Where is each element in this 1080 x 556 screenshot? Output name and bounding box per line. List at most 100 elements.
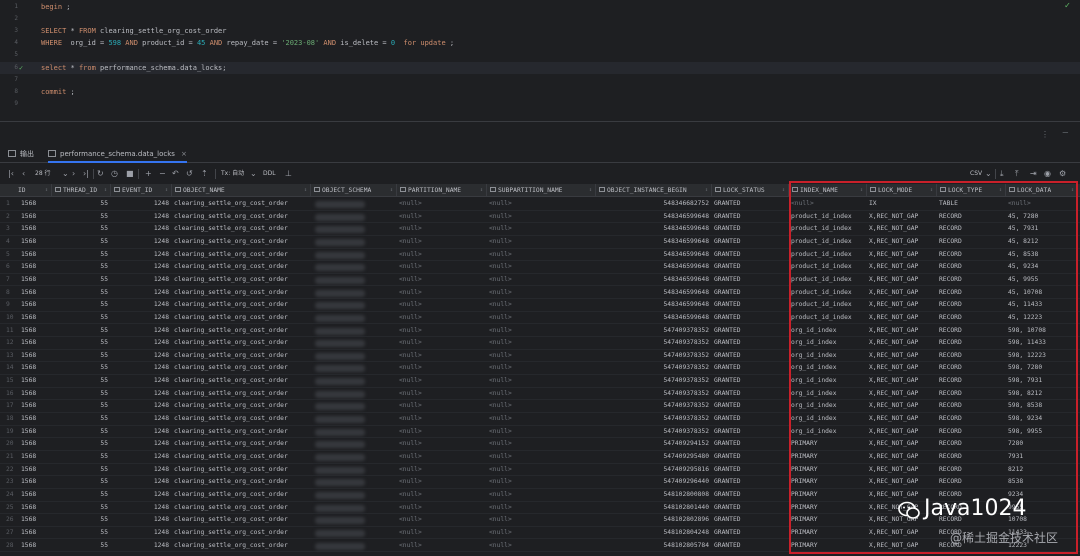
table-row[interactable]: 27 1568 55 1248 clearing_settle_org_cost_ord…	[0, 527, 1080, 540]
table-row[interactable]: 11 1568 55 1248 clearing_settle_org_cost_ord…	[0, 325, 1080, 338]
table-cell[interactable]: 45, 11433	[1008, 299, 1075, 312]
table-row[interactable]: 24 1568 55 1248 clearing_settle_org_cost_ord…	[0, 489, 1080, 502]
table-cell[interactable]: GRANTED	[714, 236, 786, 249]
table-cell[interactable]: X,REC_NOT_GAP	[869, 299, 934, 312]
table-cell[interactable]: <null>	[489, 211, 593, 224]
table-cell[interactable]: X,REC_NOT_GAP	[869, 375, 934, 388]
stop-icon[interactable]: ■	[126, 168, 134, 180]
table-row[interactable]: 1 1568 55 1248 clearing_settle_org_cost_orde…	[0, 198, 1080, 211]
column-header-lock-type[interactable]: LOCK_TYPE ⇕	[937, 184, 1006, 197]
table-cell[interactable]: clearing_settle_org_cost_order	[174, 540, 308, 553]
table-cell[interactable]: GRANTED	[714, 375, 786, 388]
table-cell[interactable]: clearing_settle_org_cost_order	[174, 249, 308, 262]
table-cell[interactable]: 598, 12223	[1008, 350, 1075, 363]
table-cell[interactable]: RECORD	[939, 362, 1003, 375]
table-cell[interactable]: org_id_index	[791, 388, 864, 401]
table-cell[interactable]: 45, 10708	[1008, 287, 1075, 300]
table-cell[interactable]: org_id_index	[791, 337, 864, 350]
table-cell[interactable]: 45, 12223	[1008, 312, 1075, 325]
table-cell[interactable]: 11433	[1008, 527, 1075, 540]
table-cell[interactable]: 1248	[113, 464, 169, 477]
table-cell[interactable]: GRANTED	[714, 287, 786, 300]
table-cell[interactable]: 55	[54, 249, 108, 262]
table-cell[interactable]: RECORD	[939, 312, 1003, 325]
table-cell[interactable]: clearing_settle_org_cost_order	[174, 299, 308, 312]
table-cell[interactable]: 55	[54, 527, 108, 540]
table-cell[interactable]: 1248	[113, 413, 169, 426]
ddl-button[interactable]: DDL	[263, 168, 276, 180]
refresh-icon[interactable]: ↻	[97, 168, 104, 180]
sort-icon[interactable]: ⇕	[860, 184, 863, 197]
table-cell[interactable]: org_id_index	[791, 350, 864, 363]
history-icon[interactable]: ◷	[111, 168, 118, 180]
table-cell[interactable]: clearing_settle_org_cost_order	[174, 489, 308, 502]
table-cell[interactable]: <null>	[399, 236, 484, 249]
table-cell[interactable]: <null>	[399, 388, 484, 401]
table-cell[interactable]: <null>	[399, 476, 484, 489]
table-cell[interactable]: 1568	[21, 527, 49, 540]
table-cell[interactable]: GRANTED	[714, 464, 786, 477]
table-cell[interactable]: product_id_index	[791, 287, 864, 300]
table-cell[interactable]: GRANTED	[714, 502, 786, 515]
table-cell[interactable]: 55	[54, 211, 108, 224]
table-cell[interactable]: 1568	[21, 438, 49, 451]
undo-icon[interactable]: ↺	[186, 168, 193, 180]
table-cell[interactable]: product_id_index	[791, 211, 864, 224]
table-cell[interactable]: <null>	[399, 451, 484, 464]
table-cell[interactable]: GRANTED	[714, 540, 786, 553]
table-cell[interactable]: <null>	[399, 400, 484, 413]
table-cell[interactable]: RECORD	[939, 236, 1003, 249]
table-cell[interactable]: X,REC_NOT_GAP	[869, 350, 934, 363]
code-line[interactable]: 9	[0, 98, 1080, 110]
table-cell[interactable]: <null>	[791, 198, 864, 211]
table-cell[interactable]: <null>	[489, 527, 593, 540]
last-page-icon[interactable]: ›|	[83, 168, 89, 180]
table-cell[interactable]: clearing_settle_org_cost_order	[174, 476, 308, 489]
table-cell[interactable]: GRANTED	[714, 198, 786, 211]
table-cell[interactable]: 1568	[21, 274, 49, 287]
table-row[interactable]: 8 1568 55 1248 clearing_settle_org_cost_orde…	[0, 287, 1080, 300]
table-cell[interactable]: clearing_settle_org_cost_order	[174, 236, 308, 249]
table-cell[interactable]: 55	[54, 198, 108, 211]
table-cell[interactable]: RECORD	[939, 274, 1003, 287]
table-cell[interactable]: product_id_index	[791, 312, 864, 325]
table-cell[interactable]: product_id_index	[791, 223, 864, 236]
table-cell[interactable]: 548346599648	[598, 261, 710, 274]
table-cell[interactable]: RECORD	[939, 426, 1003, 439]
table-cell[interactable]: clearing_settle_org_cost_order	[174, 375, 308, 388]
table-cell[interactable]: 1248	[113, 514, 169, 527]
table-cell[interactable]: <null>	[489, 400, 593, 413]
table-cell[interactable]: 1248	[113, 274, 169, 287]
table-row[interactable]: 23 1568 55 1248 clearing_settle_org_cost_ord…	[0, 476, 1080, 489]
code-line[interactable]: 8 commit ;	[0, 86, 1080, 98]
table-row[interactable]: 2 1568 55 1248 clearing_settle_org_cost_orde…	[0, 211, 1080, 224]
sort-icon[interactable]: ⇕	[165, 184, 168, 197]
table-cell[interactable]: 548102802896	[598, 514, 710, 527]
table-cell[interactable]: GRANTED	[714, 438, 786, 451]
tx-chevron-icon[interactable]: ⌄	[250, 168, 257, 180]
table-cell[interactable]: 10708	[1008, 514, 1075, 527]
table-cell[interactable]: <null>	[489, 388, 593, 401]
table-cell[interactable]: 1248	[113, 527, 169, 540]
table-cell[interactable]: clearing_settle_org_cost_order	[174, 211, 308, 224]
table-row[interactable]: 10 1568 55 1248 clearing_settle_org_cost_ord…	[0, 312, 1080, 325]
table-cell[interactable]: GRANTED	[714, 350, 786, 363]
table-row[interactable]: 9 1568 55 1248 clearing_settle_org_cost_orde…	[0, 299, 1080, 312]
table-cell[interactable]: clearing_settle_org_cost_order	[174, 223, 308, 236]
table-cell[interactable]: X,REC_NOT_GAP	[869, 223, 934, 236]
table-cell[interactable]: <null>	[489, 413, 593, 426]
table-cell[interactable]: GRANTED	[714, 211, 786, 224]
table-cell[interactable]: GRANTED	[714, 337, 786, 350]
table-cell[interactable]: 8538	[1008, 476, 1075, 489]
table-cell[interactable]: X,REC_NOT_GAP	[869, 476, 934, 489]
table-cell[interactable]: 1248	[113, 236, 169, 249]
table-cell[interactable]: 1568	[21, 261, 49, 274]
table-cell[interactable]: 45, 9234	[1008, 261, 1075, 274]
table-cell[interactable]: <null>	[399, 350, 484, 363]
close-tab-icon[interactable]: ×	[181, 150, 187, 158]
table-cell[interactable]: PRIMARY	[791, 489, 864, 502]
table-cell[interactable]: org_id_index	[791, 375, 864, 388]
table-cell[interactable]: PRIMARY	[791, 514, 864, 527]
table-cell[interactable]: GRANTED	[714, 362, 786, 375]
table-cell[interactable]: X,REC_NOT_GAP	[869, 540, 934, 553]
